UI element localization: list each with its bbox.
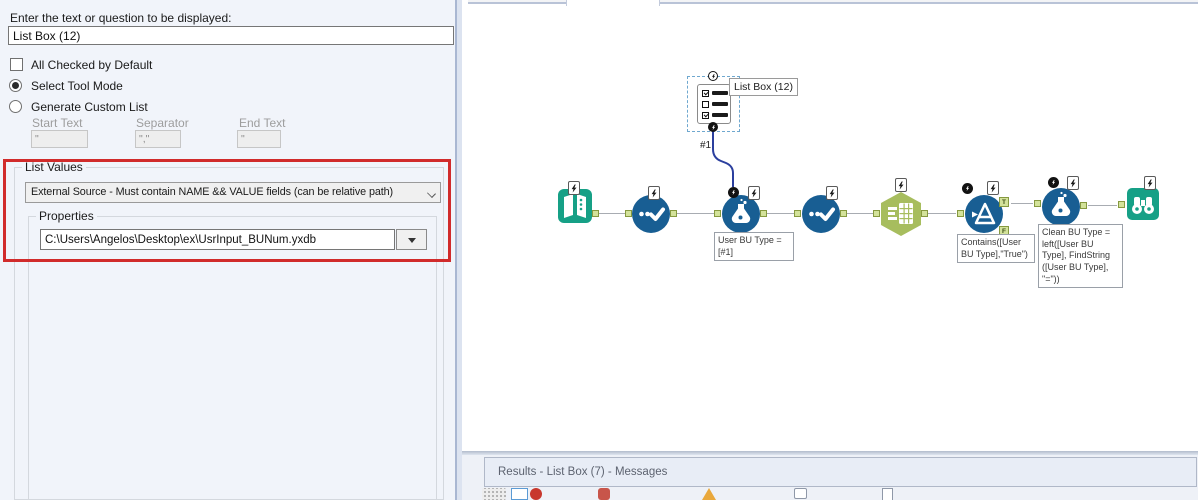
flask-icon [731, 198, 751, 223]
active-workflow-tab[interactable] [566, 0, 660, 6]
input-anchor[interactable] [625, 210, 632, 217]
tool-formula[interactable] [722, 195, 760, 233]
tool-summarize[interactable] [881, 192, 921, 236]
connection-wire [847, 213, 873, 214]
error-icon[interactable] [530, 488, 542, 500]
listbox-config-panel: Enter the text or question to be display… [0, 0, 455, 500]
results-panel: Results - List Box (7) - Messages [462, 451, 1198, 500]
checked-checkbox-icon [702, 111, 709, 119]
connection-wire [677, 213, 714, 214]
tool-name-label: List Box (12) [729, 78, 798, 96]
select-tool-mode-label: Select Tool Mode [31, 79, 123, 93]
results-header-bar: Results - List Box (7) - Messages [484, 457, 1197, 487]
workflow-canvas[interactable]: List Box (12) #1 User BU Type = [#1] T F… [462, 0, 1198, 451]
summarize-table-icon [888, 203, 913, 224]
canvas-overview-icon[interactable] [511, 488, 528, 500]
interface-lightning-badge [1067, 176, 1079, 190]
question-output-anchor[interactable] [708, 122, 718, 132]
all-checked-label: All Checked by Default [31, 58, 153, 72]
warning-icon[interactable] [702, 488, 716, 500]
select-tool-mode-radio[interactable] [9, 79, 22, 92]
alteryx-designer-window: Enter the text or question to be display… [0, 0, 1198, 500]
output-anchor[interactable] [592, 210, 599, 217]
interface-lightning-badge [568, 181, 580, 195]
filter-true-anchor[interactable]: T [999, 197, 1009, 207]
separator-input[interactable] [135, 130, 181, 148]
output-anchor[interactable] [760, 210, 767, 217]
file-icon[interactable] [882, 488, 893, 500]
connection-wire [599, 213, 625, 214]
question-input-anchor[interactable] [962, 183, 973, 194]
annotation-filter[interactable]: Contains([User BU Type],"True") [957, 234, 1035, 264]
checked-checkbox-icon [702, 89, 709, 97]
tool-select[interactable] [802, 195, 840, 233]
select-checkmark-icon [809, 207, 835, 221]
listbox-row [702, 89, 730, 97]
unchecked-checkbox-icon [702, 100, 709, 108]
tool-browse[interactable] [1127, 188, 1159, 220]
question-input-anchor[interactable] [728, 187, 739, 198]
interface-lightning-badge [748, 186, 760, 200]
output-anchor[interactable] [840, 210, 847, 217]
question-label: Enter the text or question to be display… [10, 11, 232, 25]
select-checkmark-icon [639, 207, 665, 221]
tab-strip-left [468, 0, 566, 4]
output-anchor[interactable] [1080, 202, 1087, 209]
tool-filter[interactable] [965, 195, 1003, 233]
end-text-label: End Text [239, 116, 286, 130]
generate-custom-list-label: Generate Custom List [31, 100, 148, 114]
filter-funnel-icon [972, 202, 996, 225]
input-anchor[interactable] [714, 210, 721, 217]
panel-splitter[interactable] [455, 0, 462, 500]
question-input[interactable] [8, 26, 454, 45]
start-text-label: Start Text [32, 116, 83, 130]
binoculars-icon [1132, 197, 1154, 214]
highlight-rectangle [3, 159, 451, 262]
connection-wire [928, 213, 956, 214]
interface-lightning-badge [895, 178, 907, 192]
interface-lightning-badge [1144, 176, 1156, 190]
grip-icon[interactable] [482, 488, 506, 500]
listbox-row [702, 100, 730, 108]
tab-strip-right [660, 0, 1198, 4]
interface-lightning-badge [987, 181, 999, 195]
generate-custom-list-radio[interactable] [9, 100, 22, 113]
question-input-anchor[interactable] [1048, 177, 1059, 188]
message-icon[interactable] [794, 488, 807, 499]
tool-formula[interactable] [1042, 188, 1080, 226]
annotation-formula1[interactable]: User BU Type = [#1] [714, 232, 794, 262]
input-anchor[interactable] [873, 210, 880, 217]
interface-lightning-badge [826, 186, 838, 200]
input-anchor[interactable] [957, 210, 964, 217]
question-input-anchor[interactable] [708, 71, 718, 81]
all-checked-checkbox[interactable] [10, 58, 23, 71]
input-anchor[interactable] [794, 210, 801, 217]
input-anchor[interactable] [1118, 201, 1125, 208]
output-anchor[interactable] [670, 210, 677, 217]
tool-list-box[interactable] [697, 84, 731, 124]
interface-lightning-badge [648, 186, 660, 200]
tool-select[interactable] [632, 195, 670, 233]
output-anchor[interactable] [921, 210, 928, 217]
input-anchor[interactable] [1034, 200, 1041, 207]
separator-label: Separator [136, 116, 189, 130]
question-wire-label: #1 [700, 140, 712, 151]
annotation-formula2[interactable]: Clean BU Type = left([User BU Type], Fin… [1038, 224, 1123, 289]
end-text-input[interactable] [237, 130, 281, 148]
conversion-error-icon[interactable] [598, 488, 610, 500]
connection-wire [1011, 203, 1033, 204]
results-header-text: Results - List Box (7) - Messages [498, 466, 668, 478]
listbox-row [702, 111, 730, 119]
results-splitter[interactable] [462, 451, 1198, 455]
flask-icon [1051, 191, 1071, 216]
connection-wire [767, 213, 794, 214]
connection-wire [1088, 205, 1117, 206]
start-text-input[interactable] [31, 130, 88, 148]
